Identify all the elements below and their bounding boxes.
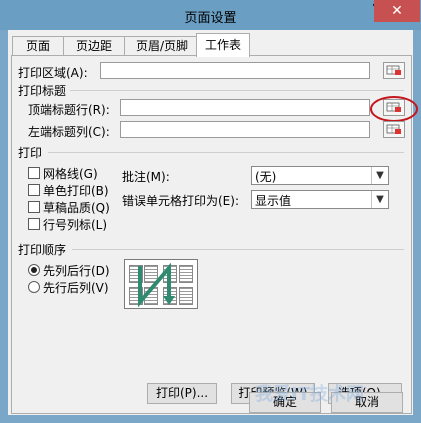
dialog-title: 页面设置 (184, 11, 237, 26)
comments-select[interactable]: (无) ▼ (251, 166, 389, 185)
print-heading: 打印 (18, 146, 43, 160)
chevron-down-icon: ▼ (371, 191, 388, 208)
title-cols-input[interactable] (120, 121, 370, 138)
cell-errors-label: 错误单元格打印为(E): (122, 194, 239, 208)
tab-margins[interactable]: 页边距 (63, 36, 125, 56)
range-select-icon (386, 124, 401, 134)
dialog-body: 页面 页边距 页眉/页脚 工作表 打印区域(A): 打印标题 顶端标题行(R):… (8, 30, 418, 415)
sheet-tab-panel: 打印区域(A): 打印标题 顶端标题行(R): 左端标题列(C): 打印 网格线… (11, 55, 418, 414)
print-button[interactable]: 打印(P)... (147, 383, 217, 404)
title-cols-range-button[interactable] (383, 121, 405, 138)
print-area-range-button[interactable] (383, 62, 405, 79)
over-then-down-label: 先行后列(V) (43, 281, 109, 295)
cell-errors-select[interactable]: 显示值 ▼ (251, 190, 389, 209)
watermark: 我爱IT技术网 (255, 384, 364, 405)
black-white-checkbox[interactable] (28, 184, 40, 196)
print-area-input[interactable] (100, 62, 370, 79)
page-order-heading: 打印顺序 (18, 243, 67, 257)
tab-sheet[interactable]: 工作表 (196, 33, 250, 57)
tab-page[interactable]: 页面 (12, 36, 64, 56)
title-rows-label: 顶端标题行(R): (28, 103, 110, 117)
divider (70, 90, 404, 91)
title-rows-input[interactable] (120, 99, 370, 116)
comments-value: (无) (255, 170, 277, 184)
print-titles-heading: 打印标题 (18, 84, 67, 98)
divider (48, 152, 404, 153)
page-order-preview-icon (124, 259, 198, 309)
down-then-over-label: 先列后行(D) (43, 264, 110, 278)
order-arrow (138, 262, 175, 308)
chevron-down-icon: ▼ (371, 167, 388, 184)
gridlines-checkbox[interactable] (28, 167, 40, 179)
draft-quality-checkbox[interactable] (28, 201, 40, 213)
row-col-headings-label: 行号列标(L) (43, 218, 108, 232)
over-then-down-radio[interactable] (28, 281, 40, 293)
cell-errors-value: 显示值 (255, 194, 292, 208)
comments-label: 批注(M): (122, 170, 170, 184)
gridlines-label: 网格线(G) (43, 167, 98, 181)
tab-header-footer[interactable]: 页眉/页脚 (124, 36, 200, 56)
highlight-annotation (370, 96, 418, 122)
divider (72, 249, 404, 250)
title-cols-label: 左端标题列(C): (28, 125, 110, 139)
row-col-headings-checkbox[interactable] (28, 218, 40, 230)
close-button[interactable]: ✕ (374, 0, 420, 22)
black-white-label: 单色打印(B) (43, 184, 109, 198)
draft-quality-label: 草稿品质(Q) (43, 201, 110, 215)
print-area-label: 打印区域(A): (18, 66, 88, 80)
range-select-icon (386, 65, 401, 75)
down-then-over-radio[interactable] (28, 264, 40, 276)
close-icon: ✕ (391, 3, 403, 19)
